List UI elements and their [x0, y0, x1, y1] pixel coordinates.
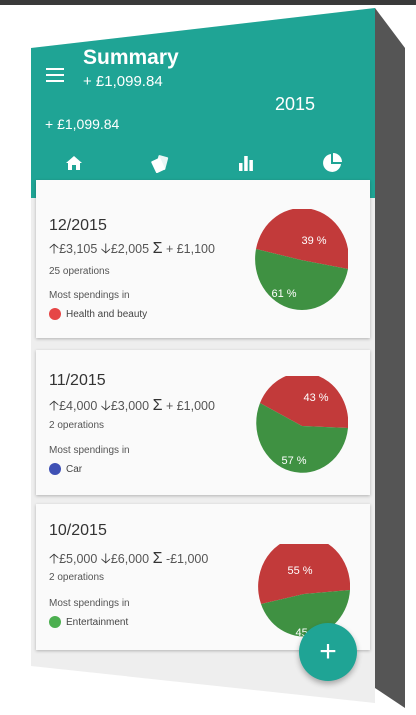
spending-pie-chart: 39 % 61 %	[255, 209, 348, 310]
expense-amount: £2,005	[110, 242, 150, 256]
device-screen: Summary + £1,099.84 + £1,099.84 2015 12/…	[31, 8, 375, 703]
month-label: 12/2015	[49, 217, 107, 234]
income-amount: £4,000	[59, 399, 98, 413]
month-label: 11/2015	[49, 372, 106, 389]
flows-row: 🡡£5,000 🡣£6,000 Σ -£1,000	[49, 548, 208, 572]
arrow-down-icon: 🡣	[100, 550, 111, 566]
arrow-up-icon: 🡡	[49, 550, 60, 566]
month-label: 10/2015	[49, 522, 107, 539]
most-spendings-label: Most spendings in	[49, 290, 130, 301]
category: Health and beauty	[49, 308, 147, 320]
pie-chart-icon	[323, 153, 342, 172]
arrow-down-icon: 🡣	[100, 397, 111, 413]
category-dot	[49, 308, 61, 320]
add-transaction-button[interactable]: +	[299, 623, 357, 681]
device-side	[375, 8, 405, 708]
bar-chart-icon	[239, 156, 253, 171]
most-spendings-label: Most spendings in	[49, 445, 130, 456]
app-header: Summary + £1,099.84 + £1,099.84 2015	[31, 8, 375, 198]
pie-label-remaining: 57 %	[281, 455, 306, 467]
sum-icon: Σ	[152, 397, 163, 414]
expense-amount: £6,000	[110, 552, 150, 566]
category-dot	[49, 463, 61, 475]
sum-amount: + £1,000	[165, 399, 215, 413]
year-selector[interactable]: 2015	[275, 94, 315, 115]
sum-icon: Σ	[152, 240, 163, 257]
sum-amount: -£1,000	[165, 552, 209, 566]
operations-count: 2 operations	[49, 572, 105, 583]
category-dot	[49, 616, 61, 628]
operations-count: 25 operations	[49, 266, 110, 277]
pie-label-remaining: 61 %	[271, 288, 296, 300]
menu-icon[interactable]	[46, 68, 64, 84]
expense-amount: £3,000	[110, 399, 150, 413]
category: Car	[49, 463, 82, 475]
home-icon	[66, 156, 82, 170]
flows-row: 🡡£3,105 🡣£2,005 Σ + £1,100	[49, 238, 215, 262]
page-title: Summary	[83, 46, 179, 69]
pie-label-expense: 55 %	[287, 565, 312, 577]
sum-icon: Σ	[152, 550, 163, 567]
cards-icon	[151, 155, 169, 173]
arrow-up-icon: 🡡	[49, 397, 60, 413]
arrow-up-icon: 🡡	[49, 240, 60, 256]
category-name: Car	[66, 463, 83, 475]
pie-label-expense: 43 %	[303, 392, 328, 404]
category-name: Health and beauty	[66, 308, 148, 320]
arrow-down-icon: 🡣	[100, 240, 111, 256]
most-spendings-label: Most spendings in	[49, 598, 130, 609]
sum-amount: + £1,100	[165, 242, 215, 256]
header-subtitle: + £1,099.84	[83, 73, 163, 90]
category-name: Entertainment	[66, 616, 129, 628]
window-top-bar	[0, 0, 416, 5]
month-card[interactable]: 11/2015 🡡£4,000 🡣£3,000 Σ + £1,000 2 ope…	[36, 350, 370, 495]
income-amount: £3,105	[59, 242, 98, 256]
balance-amount: + £1,099.84	[45, 116, 120, 132]
operations-count: 2 operations	[49, 420, 105, 431]
category: Entertainment	[49, 616, 128, 628]
pie-label-expense: 39 %	[301, 235, 326, 247]
income-amount: £5,000	[59, 552, 98, 566]
flows-row: 🡡£4,000 🡣£3,000 Σ + £1,000	[49, 395, 215, 419]
month-card[interactable]: 12/2015 🡡£3,105 🡣£2,005 Σ + £1,100 25 op…	[36, 180, 370, 338]
spending-pie-chart: 43 % 57 %	[256, 376, 348, 473]
